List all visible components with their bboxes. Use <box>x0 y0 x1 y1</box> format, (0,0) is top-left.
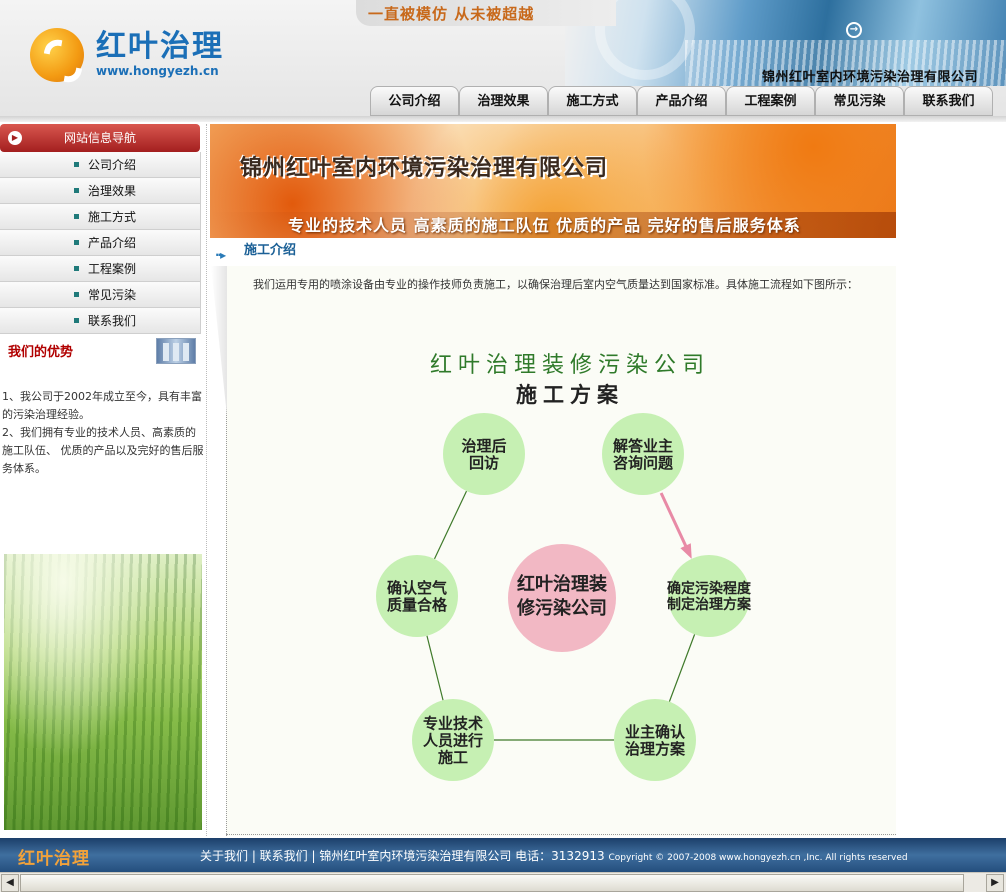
autumn-leaves-banner: 锦州红叶室内环境污染治理有限公司 专业的技术人员 高素质的施工队伍 优质的产品 … <box>210 124 896 238</box>
top-navigation: 公司介绍 治理效果 施工方式 产品介绍 工程案例 常见污染 联系我们 <box>370 86 993 116</box>
square-bullet-icon <box>74 162 79 167</box>
advantages-title: 我们的优势 <box>8 345 74 360</box>
top-nav-tab[interactable]: 公司介绍 <box>370 86 459 116</box>
scroll-right-icon[interactable]: ▶ <box>986 874 1004 892</box>
arrow-right-icon: → <box>846 22 862 38</box>
header-divider <box>0 116 1006 122</box>
flow-node-label: 治理方案 <box>625 740 686 758</box>
sidebar-item[interactable]: 产品介绍 <box>0 230 201 256</box>
scroll-left-icon[interactable]: ◀ <box>1 874 19 892</box>
top-nav-tab[interactable]: 治理效果 <box>459 86 548 116</box>
sidebar-item-label: 联系我们 <box>88 314 137 328</box>
flow-node-label: 专业技术 <box>423 714 483 732</box>
top-nav-tab[interactable]: 工程案例 <box>726 86 815 116</box>
sidebar-nav-title: 网站信息导航 <box>64 131 137 145</box>
flow-node-label: 咨询问题 <box>613 454 674 472</box>
center-node-label: 修污染公司 <box>516 597 607 619</box>
scrollbar-thumb[interactable] <box>20 874 964 892</box>
advantages-text: 1、我公司于2002年成立至今，具有丰富的污染治理经验。 2、我们拥有专业的技术… <box>2 388 204 478</box>
flow-edge <box>433 490 468 560</box>
flow-node-label: 施工 <box>438 748 468 766</box>
flow-edge <box>668 634 696 702</box>
sidebar-item-label: 施工方式 <box>88 210 137 224</box>
sidebar-item[interactable]: 公司介绍 <box>0 152 201 178</box>
sidebar-item[interactable]: 治理效果 <box>0 178 201 204</box>
footer-links-text[interactable]: 关于我们 | 联系我们 | 锦州红叶室内环境污染治理有限公司 电话：313291… <box>200 849 605 863</box>
site-logo[interactable]: 红叶治理 www.hongyezh.cn <box>30 28 224 82</box>
section-title: 施工介绍 <box>244 243 297 258</box>
flow-node-label: 质量合格 <box>387 596 448 614</box>
sidebar: ▶ 网站信息导航 公司介绍 治理效果 施工方式 产品介绍 工程案例 常见污染 联… <box>0 124 207 836</box>
sidebar-item[interactable]: 施工方式 <box>0 204 201 230</box>
dotted-arrow-icon: ··▸ <box>215 248 226 262</box>
sidebar-item-label: 治理效果 <box>88 184 137 198</box>
flow-node-label: 确定污染程度 <box>667 580 752 597</box>
flow-edge <box>426 635 444 701</box>
square-bullet-icon <box>74 318 79 323</box>
square-bullet-icon <box>74 188 79 193</box>
top-nav-tab[interactable]: 产品介绍 <box>637 86 726 116</box>
flow-node-label: 确认空气 <box>387 579 447 597</box>
header-slogan: 一直被模仿 从未被超越 <box>356 0 616 26</box>
sidebar-item-label: 常见污染 <box>88 288 137 302</box>
leaf-logo-icon <box>30 28 84 82</box>
banner-title: 锦州红叶室内环境污染治理有限公司 <box>240 156 609 181</box>
buildings-icon <box>156 338 196 364</box>
footer-links[interactable]: 关于我们 | 联系我们 | 锦州红叶室内环境污染治理有限公司 电话：313291… <box>200 847 908 864</box>
horizontal-scrollbar[interactable]: ◀ ▶ <box>0 872 1006 892</box>
footer-brand: 红叶治理 <box>18 849 90 869</box>
content-panel: 我们运用专用的喷涂设备由专业的操作技师负责施工，以确保治理后室内空气质量达到国家… <box>211 266 896 836</box>
top-nav-tab[interactable]: 施工方式 <box>548 86 637 116</box>
top-nav-tab[interactable]: 常见污染 <box>815 86 904 116</box>
wheat-field-image <box>4 554 202 830</box>
footer-copyright: Copyright © 2007-2008 www.hongyezh.cn ,I… <box>608 853 908 863</box>
construction-flow-diagram: 红叶治理装修污染公司施工方案解答业主咨询问题确定污染程度制定治理方案业主确认治理… <box>376 353 752 781</box>
flow-node-label: 业主确认 <box>625 723 686 741</box>
flow-node-label: 回访 <box>469 454 499 472</box>
header-company-name: 锦州红叶室内环境污染治理有限公司 <box>762 70 979 85</box>
flow-node-label: 人员进行 <box>423 731 483 749</box>
square-bullet-icon <box>74 292 79 297</box>
sidebar-item-label: 公司介绍 <box>88 158 137 172</box>
sidebar-item[interactable]: 工程案例 <box>0 256 201 282</box>
sidebar-item-label: 工程案例 <box>88 262 137 276</box>
square-bullet-icon <box>74 214 79 219</box>
center-node-label: 红叶治理装 <box>517 573 607 595</box>
arrow-head-icon <box>680 543 692 559</box>
flow-node-label: 治理后 <box>461 437 506 455</box>
diagram-subtitle: 施工方案 <box>516 382 624 407</box>
logo-url: www.hongyezh.cn <box>96 64 219 78</box>
sidebar-nav-header: ▶ 网站信息导航 <box>0 124 200 152</box>
flow-node-label: 制定治理方案 <box>667 596 752 613</box>
sidebar-item[interactable]: 常见污染 <box>0 282 201 308</box>
square-bullet-icon <box>74 240 79 245</box>
diagram-title: 红叶治理装修污染公司 <box>430 353 710 378</box>
sidebar-item[interactable]: 联系我们 <box>0 308 201 334</box>
advantage-line: 2、我们拥有专业的技术人员、高素质的施工队伍、 优质的产品以及完好的售后服务体系… <box>2 426 204 475</box>
advantages-header: 我们的优势 <box>0 338 206 368</box>
play-icon: ▶ <box>8 131 22 145</box>
section-header: ··▸ 施工介绍 <box>210 240 896 264</box>
content-bottom-rule <box>226 834 896 835</box>
top-nav-tab[interactable]: 联系我们 <box>904 86 993 116</box>
flow-node-label: 解答业主 <box>613 437 673 455</box>
section-intro: 我们运用专用的喷涂设备由专业的操作技师负责施工，以确保治理后室内空气质量达到国家… <box>253 278 858 291</box>
advantage-line: 1、我公司于2002年成立至今，具有丰富的污染治理经验。 <box>2 390 202 421</box>
site-footer: 红叶治理 关于我们 | 联系我们 | 锦州红叶室内环境污染治理有限公司 电话：3… <box>0 838 1006 872</box>
sidebar-item-label: 产品介绍 <box>88 236 137 250</box>
square-bullet-icon <box>74 266 79 271</box>
banner-tagline: 专业的技术人员 高素质的施工队伍 优质的产品 完好的售后服务体系 <box>288 216 801 235</box>
logo-name: 红叶治理 <box>96 29 224 64</box>
page: 红叶治理 www.hongyezh.cn 一直被模仿 从未被超越 → 锦州红叶室… <box>0 0 1006 892</box>
site-header: 红叶治理 www.hongyezh.cn 一直被模仿 从未被超越 → 锦州红叶室… <box>0 0 1006 122</box>
